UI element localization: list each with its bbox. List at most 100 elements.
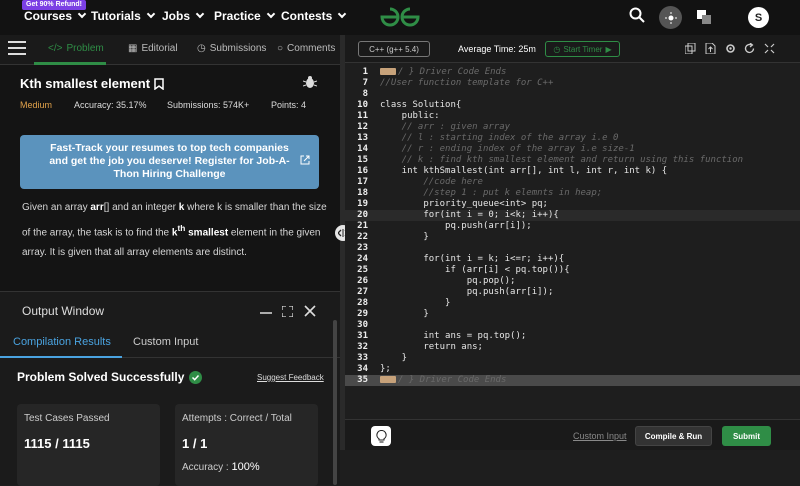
chevron-down-icon — [146, 9, 156, 19]
code-line[interactable]: 10 class Solution{ — [345, 100, 800, 111]
bug-report-icon[interactable] — [303, 75, 317, 89]
code-line[interactable]: 33 } — [345, 353, 800, 364]
custom-input-link[interactable]: Custom Input — [573, 431, 627, 441]
fold-icon — [372, 320, 380, 331]
code-text: pq.pop(); — [380, 276, 516, 286]
points-stat: Points: 4 — [271, 100, 307, 110]
code-text: class Solution{ — [380, 100, 462, 110]
nav-courses[interactable]: Courses — [24, 9, 87, 23]
tab-custom-input[interactable]: Custom Input — [133, 336, 198, 348]
tab-comments[interactable]: ○ Comments — [277, 43, 335, 54]
collapsed-region-icon[interactable] — [380, 68, 396, 75]
chevron-down-icon — [195, 9, 205, 19]
code-line[interactable]: 27 pq.push(arr[i]); — [345, 287, 800, 298]
fold-icon — [372, 353, 380, 364]
code-line[interactable]: 11 public: — [345, 111, 800, 122]
line-number: 1 — [362, 67, 368, 77]
settings-icon[interactable] — [725, 43, 736, 54]
code-line[interactable]: 17 //code here — [345, 177, 800, 188]
external-link-icon — [300, 155, 310, 165]
reset-icon[interactable] — [744, 43, 755, 54]
compile-run-button[interactable]: Compile & Run — [635, 426, 712, 446]
output-tabs: Compilation Results Custom Input — [0, 328, 340, 358]
code-line[interactable]: 25 if (arr[i] < pq.top()){ — [345, 265, 800, 276]
nav-contests[interactable]: Contests — [281, 9, 347, 23]
menu-icon[interactable] — [8, 41, 26, 57]
code-line[interactable]: 13 // l : starting index of the array i.… — [345, 133, 800, 144]
code-line[interactable]: 22 } — [345, 232, 800, 243]
tab-compilation-results[interactable]: Compilation Results — [13, 336, 111, 348]
difficulty-badge: Medium — [20, 100, 53, 110]
code-line[interactable]: 29 } — [345, 309, 800, 320]
fold-icon — [372, 122, 380, 133]
output-tab-indicator — [0, 356, 122, 358]
code-line[interactable]: 20 for(int i = 0; i<k; i++){ — [345, 210, 800, 221]
code-line[interactable]: 14 // r : ending index of the array i.e … — [345, 144, 800, 155]
average-time: Average Time: 25m — [458, 44, 536, 54]
code-line[interactable]: 19 priority_queue<int> pq; — [345, 199, 800, 210]
code-text: public: — [380, 111, 440, 121]
logo-icon[interactable] — [378, 6, 422, 28]
nav-tutorials[interactable]: Tutorials — [91, 9, 156, 23]
code-line[interactable]: 28 } — [345, 298, 800, 309]
code-line[interactable]: 8 — [345, 89, 800, 100]
code-line[interactable]: 24 for(int i = k; i<=r; i++){ — [345, 254, 800, 265]
tab-problem[interactable]: </> Problem — [48, 43, 104, 54]
code-line[interactable]: 21 pq.push(arr[i]); — [345, 221, 800, 232]
language-select[interactable]: C++ (g++ 5.4) — [358, 41, 430, 57]
code-line[interactable]: 30 — [345, 320, 800, 331]
code-text: // arr : given array — [380, 122, 511, 132]
code-text: / } Driver Code Ends — [380, 375, 506, 386]
code-line[interactable]: 18 //step 1 : put k elemnts in heap; — [345, 188, 800, 199]
output-scrollbar[interactable] — [333, 320, 337, 485]
problem-description: Given an array arr[] and an integer k wh… — [22, 202, 327, 259]
fold-icon — [372, 298, 380, 309]
code-line[interactable]: 34}; — [345, 364, 800, 375]
active-tab-indicator — [34, 62, 106, 65]
tab-editorial[interactable]: ▦ Editorial — [128, 43, 178, 54]
code-line[interactable]: 35 / } Driver Code Ends — [345, 375, 800, 386]
fullscreen-icon[interactable] — [764, 43, 775, 54]
code-line[interactable]: 32 return ans; — [345, 342, 800, 353]
code-line[interactable]: 15 // k : find kth smallest element and … — [345, 155, 800, 166]
submit-button[interactable]: Submit — [722, 426, 771, 446]
line-number: 28 — [357, 298, 368, 308]
code-line[interactable]: 1 / } Driver Code Ends — [345, 67, 800, 78]
start-timer-button[interactable]: ◷ Start Timer ▶ — [545, 41, 620, 57]
line-number: 35 — [357, 375, 368, 385]
editor-pane: C++ (g++ 5.4) Average Time: 25m ◷ Start … — [345, 35, 800, 450]
line-number: 12 — [357, 122, 368, 132]
code-line[interactable]: 12 // arr : given array — [345, 122, 800, 133]
code-editor[interactable]: 1 / } Driver Code Ends 7 //User function te… — [345, 64, 800, 419]
code-text: }; — [380, 364, 391, 374]
line-number: 15 — [357, 155, 368, 165]
fold-icon — [372, 331, 380, 342]
expand-icon[interactable] — [282, 306, 293, 317]
translate-icon[interactable] — [697, 10, 711, 24]
hiring-challenge-banner[interactable]: Fast-Track your resumes to top tech comp… — [20, 135, 319, 189]
code-line[interactable]: 7 //User function template for C++ — [345, 78, 800, 89]
suggest-feedback-link[interactable]: Suggest Feedback — [257, 373, 324, 382]
code-line[interactable]: 23 — [345, 243, 800, 254]
avatar[interactable]: S — [748, 7, 769, 28]
collapsed-region-icon[interactable] — [380, 376, 396, 383]
copy-icon[interactable] — [685, 43, 696, 54]
line-number: 11 — [357, 111, 368, 121]
minimize-icon[interactable] — [260, 311, 272, 315]
code-line[interactable]: 26 pq.pop(); — [345, 276, 800, 287]
search-icon[interactable] — [629, 7, 645, 23]
tab-submissions[interactable]: ◷ Submissions — [197, 43, 266, 54]
code-line[interactable]: 16 int kthSmallest(int arr[], int l, int… — [345, 166, 800, 177]
theme-toggle-button[interactable] — [659, 6, 682, 29]
clock-icon: ◷ — [197, 43, 206, 54]
fold-icon — [372, 265, 380, 276]
line-number: 33 — [357, 353, 368, 363]
nav-jobs[interactable]: Jobs — [162, 9, 205, 23]
upload-file-icon[interactable] — [705, 43, 716, 54]
code-line[interactable]: 31 int ans = pq.top(); — [345, 331, 800, 342]
nav-practice[interactable]: Practice — [214, 9, 275, 23]
bookmark-icon[interactable] — [154, 77, 164, 90]
hint-button[interactable] — [371, 426, 391, 446]
lightbulb-icon — [375, 429, 387, 443]
close-icon[interactable] — [304, 305, 316, 317]
